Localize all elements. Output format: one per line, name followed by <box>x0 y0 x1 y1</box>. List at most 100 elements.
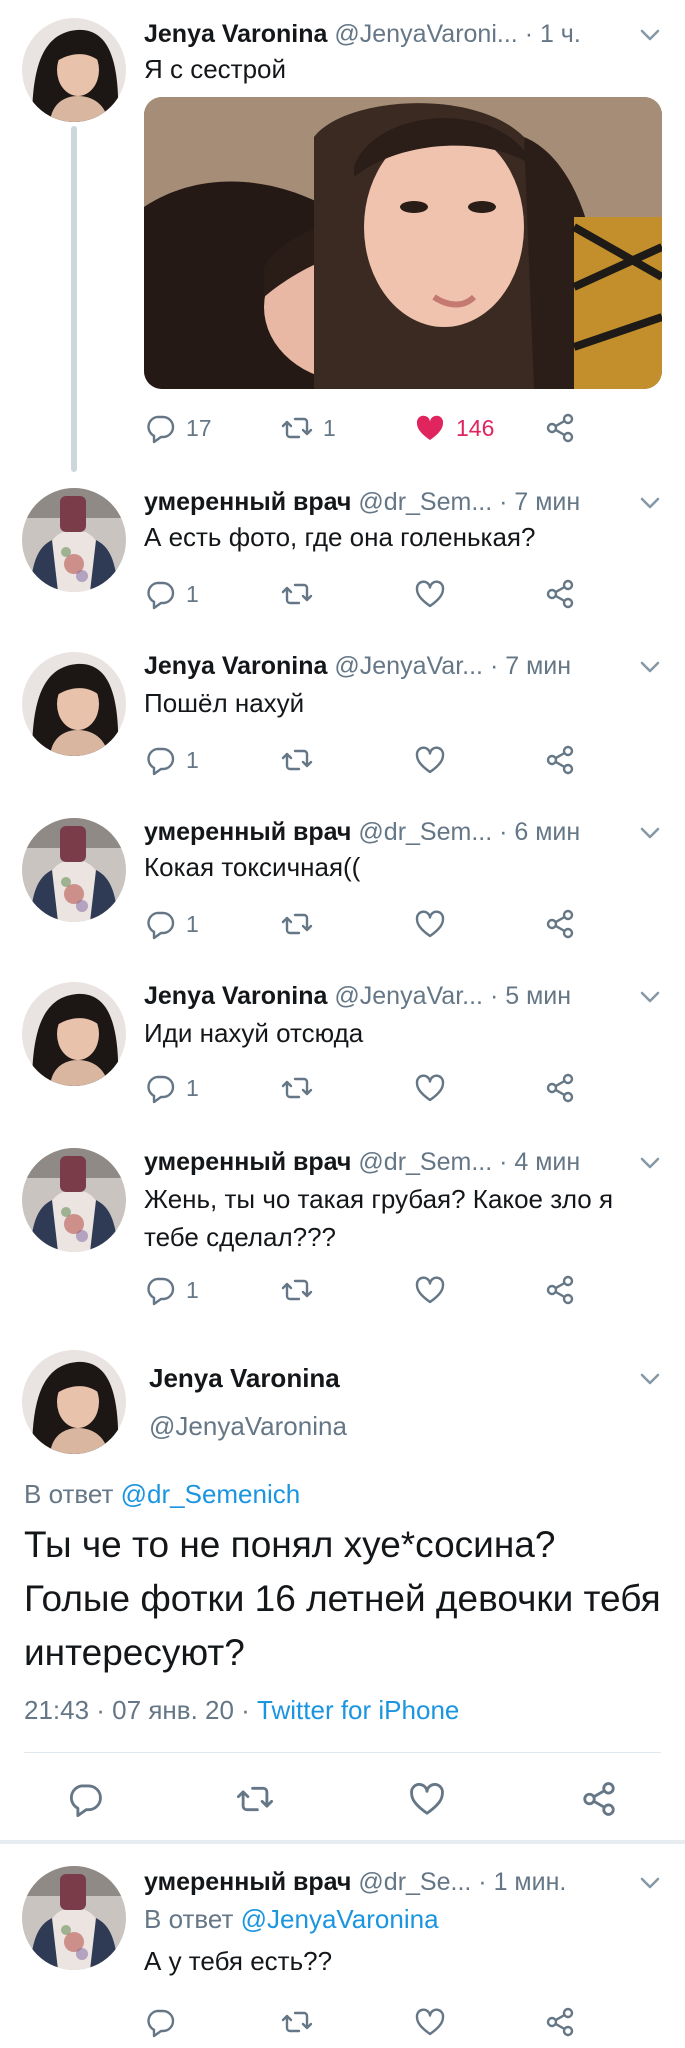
reply-button[interactable]: 1 <box>144 740 199 780</box>
author-name[interactable]: Jenya Varonina <box>144 982 327 1010</box>
share-button[interactable] <box>544 1270 576 1310</box>
tweet-photo[interactable] <box>144 97 662 389</box>
tweet-source-link[interactable]: Twitter for iPhone <box>257 1695 459 1725</box>
reply-to-link[interactable]: @JenyaVaronina <box>241 1904 439 1934</box>
chevron-down-icon[interactable] <box>637 654 663 680</box>
author-name[interactable]: умеренный врач <box>144 488 351 516</box>
like-count: 146 <box>456 414 495 441</box>
like-button[interactable] <box>414 1270 446 1310</box>
like-icon <box>408 1780 446 1818</box>
like-button[interactable] <box>414 574 446 614</box>
share-icon <box>544 744 576 776</box>
tweet-header: умеренный врач @dr_Se... · 1 мин. <box>144 1864 669 1900</box>
avatar[interactable] <box>22 1350 126 1454</box>
retweet-count: 1 <box>323 414 336 441</box>
share-button[interactable] <box>544 2002 576 2042</box>
author-handle[interactable]: @JenyaVar... <box>334 982 483 1010</box>
share-icon <box>544 2006 576 2038</box>
author-name[interactable]: Jenya Varonina <box>149 1360 340 1396</box>
tweet-header: умеренный врач @dr_Sem... · 6 мин <box>144 814 669 850</box>
like-button[interactable]: 146 <box>414 408 494 448</box>
chevron-down-icon[interactable] <box>637 1870 663 1896</box>
author-handle[interactable]: @JenyaVaroni... <box>334 20 517 48</box>
share-icon <box>544 908 576 940</box>
share-icon <box>544 412 576 444</box>
author-handle[interactable]: @dr_Sem... <box>358 1148 492 1176</box>
share-icon <box>544 1274 576 1306</box>
tweet-header: умеренный врач @dr_Sem... · 7 мин <box>144 484 669 520</box>
reply-to-link[interactable]: @dr_Semenich <box>121 1479 301 1509</box>
tweet-actions <box>144 2002 655 2042</box>
retweet-icon <box>281 744 313 776</box>
retweet-button[interactable]: 1 <box>281 408 336 448</box>
share-button[interactable] <box>544 574 576 614</box>
like-button[interactable] <box>414 1068 446 1108</box>
retweet-button[interactable] <box>281 2002 313 2042</box>
retweet-icon <box>281 1072 313 1104</box>
chevron-down-icon[interactable] <box>637 1366 663 1392</box>
tweet-header: Jenya Varonina @JenyaVar... · 7 мин <box>144 648 669 684</box>
like-button[interactable] <box>414 740 446 780</box>
reply-count: 17 <box>186 414 212 441</box>
author-name[interactable]: Jenya Varonina <box>144 20 327 48</box>
reply-context: В ответ @JenyaVaronina <box>144 1900 655 1938</box>
author-name[interactable]: умеренный врач <box>144 1868 351 1896</box>
reply-button[interactable]: 1 <box>144 1270 199 1310</box>
reply-button[interactable]: 1 <box>144 904 199 944</box>
author-handle[interactable]: @JenyaVar... <box>334 652 483 680</box>
share-icon <box>580 1780 618 1818</box>
reply-context: В ответ @dr_Semenich <box>24 1476 300 1512</box>
author-name[interactable]: умеренный врач <box>144 1148 351 1176</box>
retweet-button[interactable] <box>236 1780 274 1818</box>
share-button[interactable] <box>544 1068 576 1108</box>
share-icon <box>544 1072 576 1104</box>
like-button[interactable] <box>408 1780 446 1818</box>
reply-count: 1 <box>186 746 199 773</box>
author-handle[interactable]: @dr_Sem... <box>358 488 492 516</box>
reply-count: 1 <box>186 580 199 607</box>
tweet-text: Жень, ты чо такая грубая? Какое зло я те… <box>144 1184 614 1252</box>
author-name[interactable]: Jenya Varonina <box>144 652 327 680</box>
like-button[interactable] <box>414 2002 446 2042</box>
reply-count: 1 <box>186 910 199 937</box>
reply-button[interactable] <box>144 2002 176 2042</box>
author-handle[interactable]: @dr_Sem... <box>358 818 492 846</box>
like-button[interactable] <box>414 904 446 944</box>
author-handle[interactable]: @JenyaVaronina <box>149 1408 347 1444</box>
reply-button[interactable]: 1 <box>144 574 199 614</box>
share-button[interactable] <box>544 408 576 448</box>
avatar[interactable] <box>22 1866 126 1970</box>
retweet-button[interactable] <box>281 1270 313 1310</box>
like-icon <box>414 578 446 610</box>
share-button[interactable] <box>544 740 576 780</box>
reply-button[interactable]: 17 <box>144 408 212 448</box>
retweet-button[interactable] <box>281 574 313 614</box>
chevron-down-icon[interactable] <box>637 490 663 516</box>
avatar[interactable] <box>22 818 126 922</box>
chevron-down-icon[interactable] <box>637 984 663 1010</box>
tweet-time: · 7 мин <box>499 488 581 516</box>
reply-button[interactable]: 1 <box>144 1068 199 1108</box>
share-button[interactable] <box>580 1780 618 1818</box>
share-button[interactable] <box>544 904 576 944</box>
avatar[interactable] <box>22 1148 126 1252</box>
author-name[interactable]: умеренный врач <box>144 818 351 846</box>
chevron-down-icon[interactable] <box>637 22 663 48</box>
tweet-meta: 21:43 · 07 янв. 20 · Twitter for iPhone <box>24 1692 459 1728</box>
tweet-time: · 1 ч. <box>524 20 581 48</box>
tweet-text: А у тебя есть?? <box>144 1946 333 1976</box>
avatar[interactable] <box>22 488 126 592</box>
tweet-text: Ты че то не понял хуе*сосина? Голые фотк… <box>24 1524 661 1673</box>
like-icon <box>414 412 446 444</box>
retweet-button[interactable] <box>281 904 313 944</box>
avatar[interactable] <box>22 652 126 756</box>
like-icon <box>414 1072 446 1104</box>
chevron-down-icon[interactable] <box>637 820 663 846</box>
reply-button[interactable] <box>66 1780 104 1818</box>
avatar[interactable] <box>22 18 126 122</box>
retweet-button[interactable] <box>281 1068 313 1108</box>
author-handle[interactable]: @dr_Se... <box>358 1868 471 1896</box>
avatar[interactable] <box>22 982 126 1086</box>
retweet-button[interactable] <box>281 740 313 780</box>
chevron-down-icon[interactable] <box>637 1150 663 1176</box>
